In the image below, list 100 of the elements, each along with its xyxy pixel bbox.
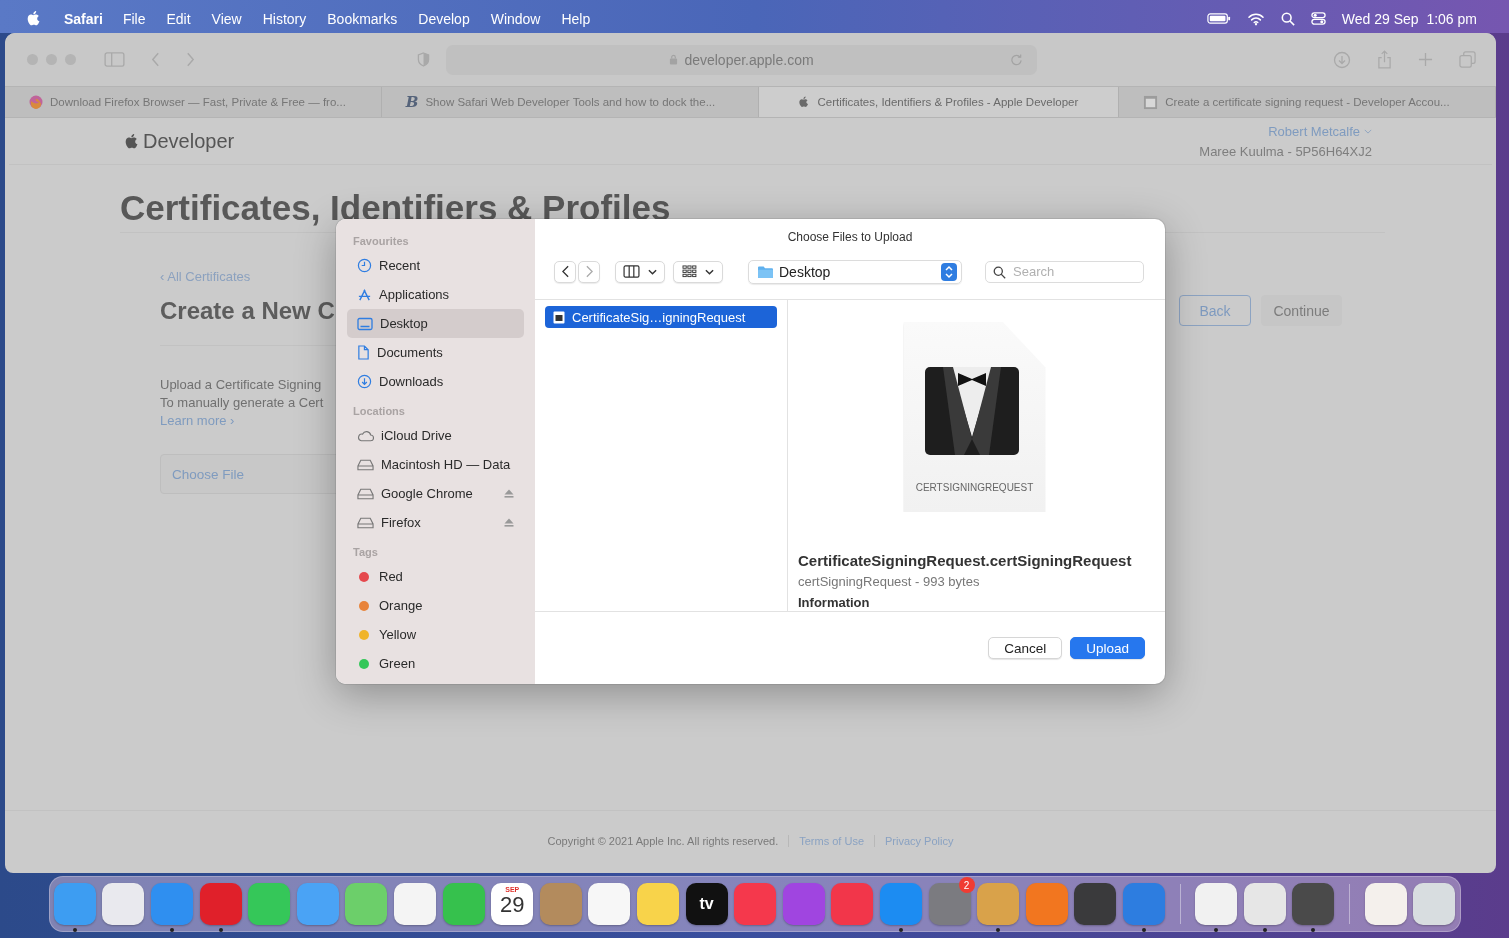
app-icon[interactable]: [977, 883, 1020, 925]
menu-item[interactable]: Window: [490, 10, 541, 27]
browser-tab[interactable]: B Show Safari Web Developer Tools and how to dock the...: [381, 87, 759, 117]
app-icon[interactable]: tv: [685, 883, 728, 925]
drive-icon: [357, 516, 374, 529]
description-text: Upload a Certificate Signing: [160, 377, 323, 392]
apple-icon[interactable]: [26, 9, 42, 28]
app-icon[interactable]: [1195, 883, 1238, 925]
stepper-icon: [941, 262, 957, 281]
menu-item[interactable]: Develop: [418, 10, 470, 27]
dialog-title: Choose Files to Upload: [787, 230, 913, 244]
search-icon[interactable]: [1280, 11, 1295, 26]
notification-badge: 2: [958, 877, 975, 893]
globe-icon: [29, 95, 43, 109]
toggles-icon[interactable]: [1310, 11, 1326, 26]
app-icon[interactable]: [1292, 883, 1335, 925]
app-icon[interactable]: [345, 883, 388, 925]
section-heading: Create a New C: [160, 297, 335, 325]
page-icon: [1143, 94, 1159, 110]
app-icon[interactable]: [248, 883, 291, 925]
browser-tab[interactable]: Download Firefox Browser — Fast, Private & Free — fro...: [5, 87, 382, 117]
browser-tab[interactable]: Create a certificate signing request - Developer Accou...: [1119, 87, 1496, 117]
sidebar-heading: Tags: [352, 546, 379, 558]
app-icon[interactable]: [1243, 883, 1286, 925]
forward-icon[interactable]: [186, 52, 195, 67]
sidebar-item[interactable]: Downloads: [347, 367, 524, 396]
sidebar-item[interactable]: Red: [347, 562, 524, 591]
menu-item[interactable]: Bookmarks: [327, 10, 398, 27]
back-button[interactable]: [554, 260, 576, 283]
sidebar-item[interactable]: Green: [347, 649, 524, 678]
cancel-button[interactable]: Cancel: [988, 637, 1063, 659]
download-icon: [357, 374, 372, 389]
columns-icon: [623, 265, 640, 278]
app-icon[interactable]: [588, 883, 631, 925]
sidebar-item[interactable]: Orange: [347, 591, 524, 620]
clock-icon: [357, 258, 372, 273]
sidebar-item[interactable]: Firefox: [347, 508, 524, 537]
document-icon: [357, 345, 370, 360]
chevron-down-icon: [705, 268, 714, 275]
reload-icon[interactable]: [1010, 53, 1023, 66]
sidebar-item[interactable]: Documents: [347, 338, 524, 367]
file-row[interactable]: CertificateSig…igningRequest: [545, 306, 777, 328]
sidebar-item[interactable]: Applications: [347, 280, 524, 309]
sidebar-icon[interactable]: [104, 52, 125, 67]
sidebar-item[interactable]: Recent: [347, 251, 524, 280]
app-icon[interactable]: [1074, 883, 1117, 925]
back-icon[interactable]: [151, 52, 160, 67]
file-icon: [553, 310, 565, 324]
folder-icon: [757, 264, 774, 279]
menu-item[interactable]: Safari: [64, 10, 103, 27]
apple-icon: [798, 95, 811, 109]
brand-name[interactable]: Developer: [143, 129, 235, 153]
sidebar-item[interactable]: Desktop: [347, 309, 524, 338]
drive-icon: [357, 458, 374, 471]
app-icon[interactable]: [1364, 883, 1407, 925]
grouping-button[interactable]: [673, 260, 723, 283]
compass-letter-icon: [357, 287, 372, 302]
chevron-down-icon: [648, 268, 657, 275]
menu-bar-clock[interactable]: Wed 29 Sep 1:06 pm: [1341, 10, 1477, 27]
info-heading: Information: [798, 595, 870, 610]
app-icon[interactable]: [442, 883, 485, 925]
favicon-letter: B: [405, 93, 419, 111]
team-name: Maree Kuulma - 5P56H64XJ2: [1199, 143, 1372, 159]
cloud-icon: [357, 429, 374, 442]
chevron-down-icon[interactable]: [1364, 128, 1372, 134]
tabs-icon[interactable]: [1459, 51, 1476, 68]
shield-icon[interactable]: [417, 52, 430, 67]
view-mode-button[interactable]: [615, 260, 665, 283]
app-icon[interactable]: [637, 883, 679, 925]
sidebar-item[interactable]: iCloud Drive: [347, 421, 524, 450]
plus-icon[interactable]: [1418, 52, 1433, 67]
battery-icon[interactable]: [1206, 12, 1231, 25]
upload-button[interactable]: Upload: [1070, 637, 1145, 659]
sidebar-item[interactable]: Yellow: [347, 620, 524, 649]
menu-item[interactable]: File: [122, 10, 146, 27]
share-icon[interactable]: [1377, 50, 1392, 69]
app-icon[interactable]: [102, 883, 145, 925]
app-icon[interactable]: [394, 883, 437, 925]
search-field[interactable]: Search: [985, 260, 1144, 283]
app-icon[interactable]: [296, 883, 339, 925]
apple-icon[interactable]: [124, 131, 140, 151]
grid-icon: [682, 265, 697, 278]
file-details: certSigningRequest - 993 bytes: [798, 574, 980, 589]
menu-item[interactable]: History: [262, 10, 307, 27]
chevron-right-icon: [585, 265, 593, 278]
browser-tab[interactable]: Certificates, Identifiers & Profiles - Apple Developer: [758, 87, 1120, 117]
file-type-label: CERTSIGNINGREQUEST: [915, 482, 1034, 493]
eject-icon[interactable]: [504, 489, 514, 498]
wifi-icon[interactable]: [1246, 11, 1265, 26]
menu-item[interactable]: Help: [561, 10, 591, 27]
sidebar-heading: Favourites: [352, 235, 410, 247]
search-icon: [993, 265, 1006, 279]
lock-icon: [669, 54, 679, 65]
menu-item[interactable]: Edit: [166, 10, 191, 27]
eject-icon[interactable]: [504, 518, 514, 527]
menu-item[interactable]: View: [211, 10, 242, 27]
app-icon[interactable]: [1413, 883, 1456, 925]
download-icon[interactable]: [1333, 50, 1351, 69]
location-dropdown[interactable]: Desktop: [748, 259, 962, 284]
calendar-day: 29: [500, 893, 525, 917]
